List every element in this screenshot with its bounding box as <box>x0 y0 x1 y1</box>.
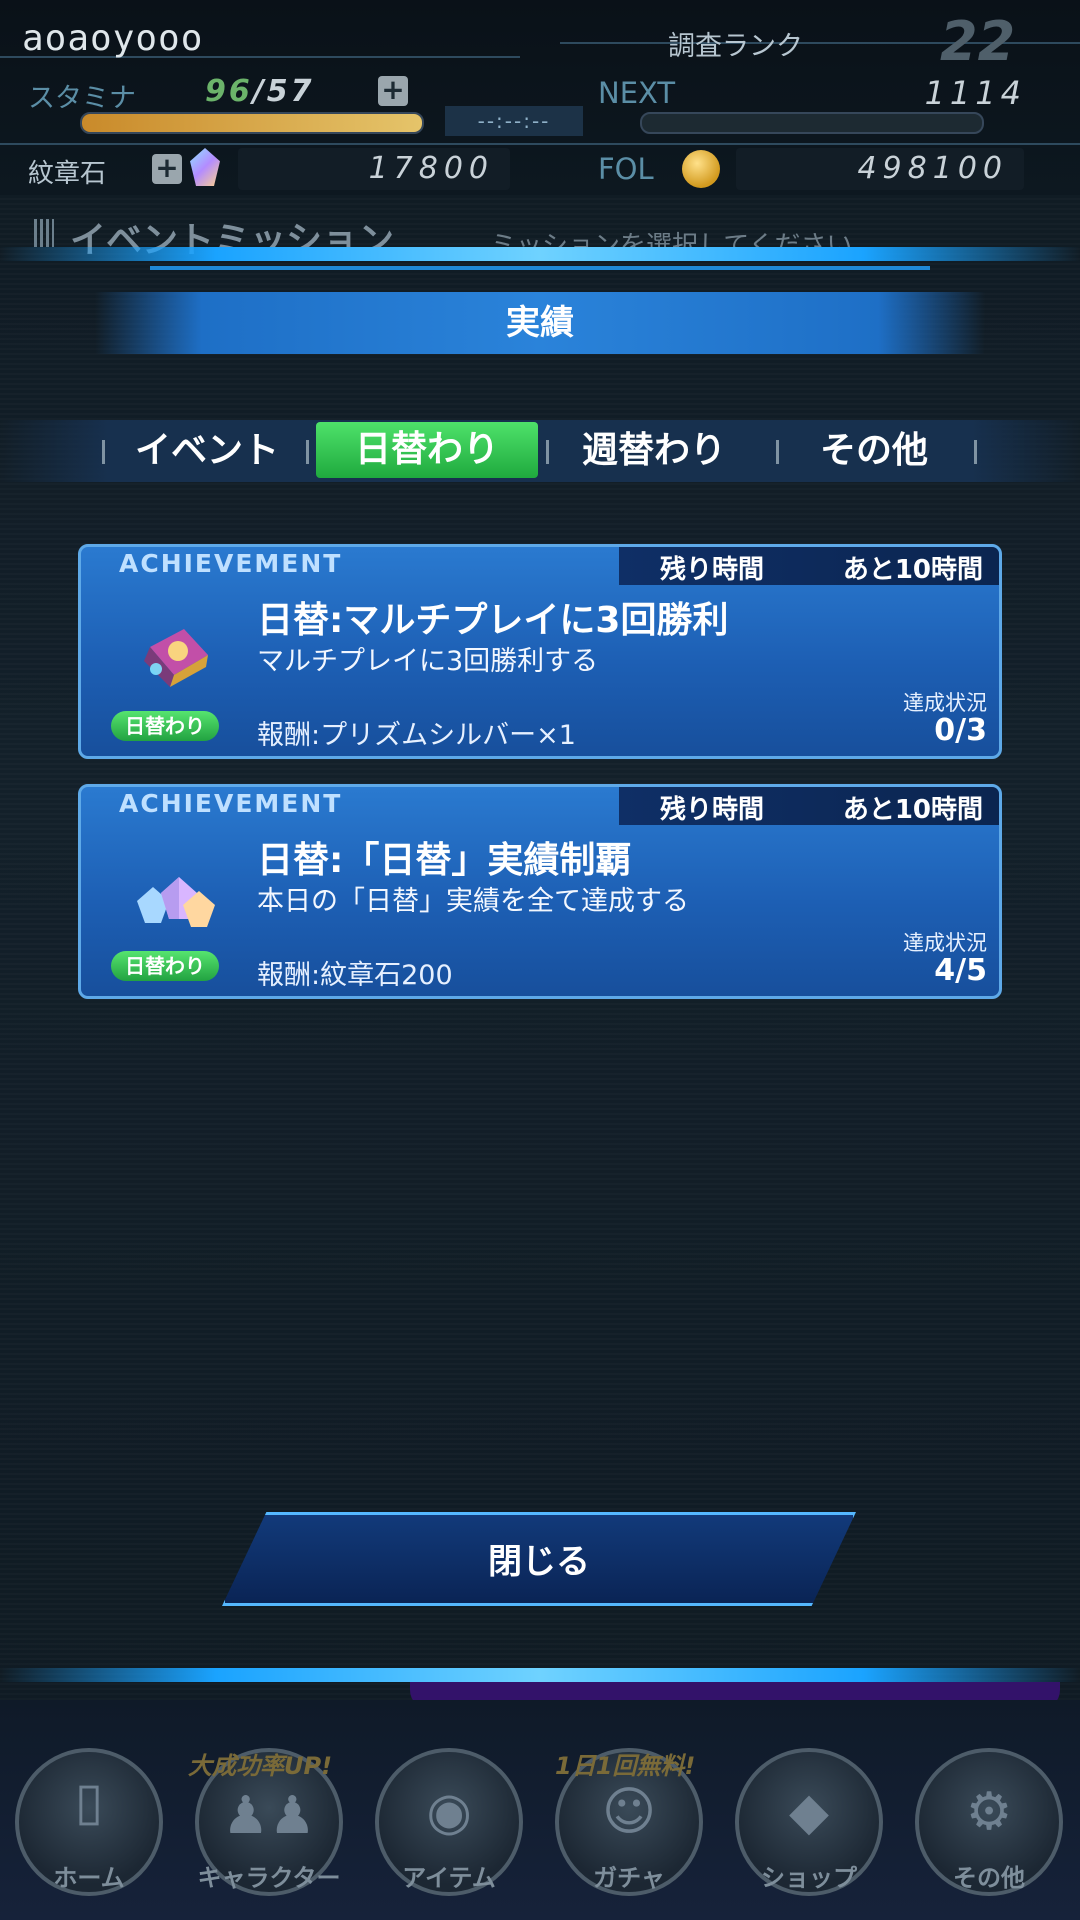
progress-value: 4/5 <box>934 953 987 988</box>
nav-item-label: アイテム <box>402 1864 496 1892</box>
tab-other[interactable]: その他 <box>786 420 962 482</box>
nav-gacha-label: ガチャ <box>593 1864 665 1892</box>
tab-weekly[interactable]: 週替わり <box>556 420 752 482</box>
fol-label: FOL <box>598 152 654 186</box>
stamina-label: スタミナ <box>28 83 136 114</box>
nav-character-promo: 大成功率UP! <box>188 1752 333 1780</box>
stamina-plus-button[interactable]: + <box>378 76 408 106</box>
mission-reward: 報酬:紋章石200 <box>257 960 453 991</box>
remaining-time-value: あと10時間 <box>842 795 983 825</box>
crest-value: 17800 <box>238 148 510 190</box>
crest-gems-icon <box>137 877 215 927</box>
daily-badge: 日替わり <box>111 951 219 981</box>
rank-label: 調査ランク <box>668 31 803 62</box>
stamina-max: 57 <box>266 74 315 109</box>
stamina-current: 96 <box>205 74 253 109</box>
tab-daily[interactable]: 日替わり <box>316 422 538 478</box>
stripes-icon <box>34 219 54 247</box>
crest-gem-icon <box>190 148 220 186</box>
modal-frame-bottom <box>0 1668 1080 1682</box>
mission-card[interactable]: ACHIEVEMENT 残り時間 あと10時間 日替わり 日替:「日替」実績制覇… <box>78 784 1002 999</box>
modal-frame-top <box>0 247 1080 261</box>
tab-separator <box>306 440 309 464</box>
divider <box>0 143 1080 145</box>
stamina-bar <box>80 112 424 134</box>
modal-frame-top-inner <box>150 266 930 270</box>
fol-value: 498100 <box>736 148 1024 190</box>
nav-shop-label: ショップ <box>761 1864 857 1892</box>
tab-separator <box>546 440 549 464</box>
tab-bar: イベント 日替わり 週替わり その他 <box>0 420 1080 482</box>
stamina-bar-fill <box>82 114 422 132</box>
progress-value: 0/3 <box>934 713 987 748</box>
tab-separator <box>974 440 977 464</box>
gacha-icon: ☺ <box>601 1782 657 1842</box>
crest-plus-button[interactable]: + <box>152 154 182 184</box>
nav-home-label: ホーム <box>53 1864 125 1892</box>
bag-icon: ◉ <box>426 1782 472 1842</box>
mission-description: 本日の「日替」実績を全て達成する <box>257 886 689 917</box>
door-icon: ▯ <box>74 1772 104 1832</box>
remaining-time-label: 残り時間 <box>659 555 764 585</box>
status-header: aoaoyooo 調査ランク 22 スタミナ 96/57 + --:--:-- … <box>0 0 1080 195</box>
achievement-header: ACHIEVEMENT <box>119 789 343 818</box>
crystal-icon: ◆ <box>789 1782 829 1842</box>
achievement-header: ACHIEVEMENT <box>119 549 343 578</box>
prism-cube-icon <box>144 629 208 687</box>
mission-description: マルチプレイに3回勝利する <box>257 646 599 677</box>
stamina-separator: / <box>252 74 267 109</box>
mission-reward: 報酬:プリズムシルバー×1 <box>257 720 576 751</box>
daily-badge: 日替わり <box>111 711 219 741</box>
nav-other-label: その他 <box>953 1864 1025 1892</box>
modal-title: 実績 <box>95 292 985 354</box>
nav-gacha-promo: 1日1回無料! <box>555 1752 696 1780</box>
coin-icon <box>682 150 720 188</box>
stamina-value: 96/57 <box>205 74 314 109</box>
stamina-timer: --:--:-- <box>445 106 583 136</box>
mission-title: 日替:「日替」実績制覇 <box>257 840 632 881</box>
exp-bar <box>640 112 984 134</box>
remaining-time-value: あと10時間 <box>842 555 983 585</box>
tab-separator <box>776 440 779 464</box>
remaining-time-label: 残り時間 <box>659 795 764 825</box>
mission-card[interactable]: ACHIEVEMENT 残り時間 あと10時間 日替わり 日替:マルチプレイに3… <box>78 544 1002 759</box>
tab-event[interactable]: イベント <box>112 420 302 482</box>
crest-label: 紋章石 <box>28 159 107 189</box>
mission-title: 日替:マルチプレイに3回勝利 <box>257 600 729 641</box>
username: aoaoyooo <box>22 18 204 59</box>
nav-character-label: キャラクター <box>197 1864 341 1892</box>
next-value: 1114 <box>924 74 1026 112</box>
gear-icon: ⚙ <box>965 1782 1013 1842</box>
close-button[interactable]: 閉じる <box>222 1512 856 1606</box>
rank-value: 22 <box>940 10 1016 73</box>
characters-icon: ♟♟ <box>222 1786 316 1846</box>
tab-separator <box>102 440 105 464</box>
next-label: NEXT <box>598 76 676 110</box>
